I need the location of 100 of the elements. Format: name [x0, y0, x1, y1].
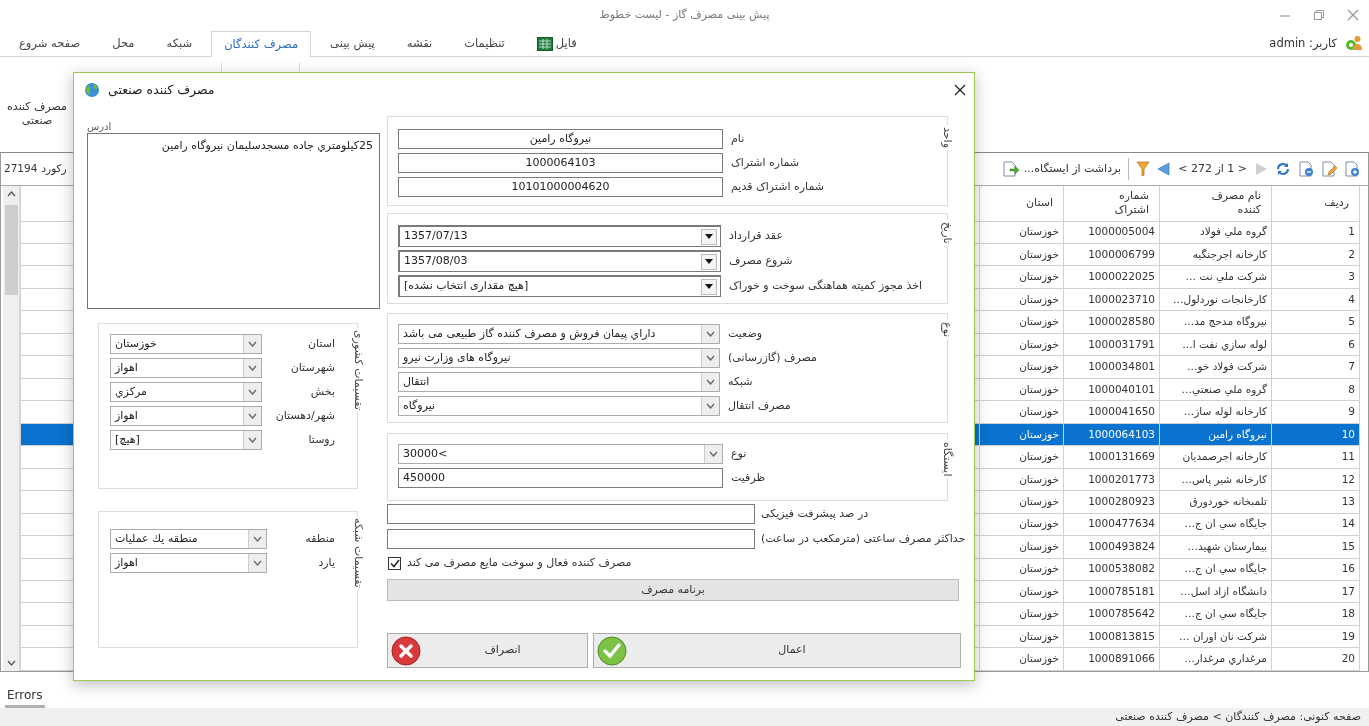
table-cell: 1000538082 [1063, 558, 1160, 581]
field-label: نام [730, 130, 745, 147]
dropdown[interactable]: انتقال [398, 372, 720, 392]
table-cell: خوزستان [979, 265, 1064, 289]
dropdown[interactable]: 30000< [398, 444, 723, 464]
table-cell: خوزستان [979, 535, 1064, 559]
table-cell: 1000034801 [1063, 355, 1160, 379]
field-label: نوع [730, 445, 747, 462]
table-cell: خوزستان [979, 580, 1064, 603]
table-cell: 2 [1271, 243, 1360, 266]
field-label: شروع مصرف [728, 252, 793, 269]
table-cell: مرغداري مرغدار… [1159, 647, 1272, 671]
table-cell: جايگاه سي ان ج… [1159, 602, 1272, 626]
table-cell: شركت نان اوران … [1159, 625, 1272, 648]
dialog-title: مصرف کننده صنعتی [108, 80, 215, 99]
dropdown[interactable]: اهواز [110, 553, 267, 573]
dropdown[interactable]: نیروگاه [398, 396, 720, 416]
dropdown[interactable]: مرکزي [110, 382, 262, 402]
address-field[interactable]: 25کيلومتري جاده مسجدسليمان نيروگاه رامين [87, 133, 380, 309]
ribbon-tab[interactable]: پیش بینی [317, 31, 388, 56]
table-cell: 1000041650 [1063, 400, 1160, 424]
table-cell: گروه ملي صنعتي… [1159, 378, 1272, 401]
table-cell: 1000023710 [1063, 288, 1160, 311]
table-cell: 15 [1271, 535, 1360, 559]
table-cell: 5 [1271, 310, 1360, 334]
user-label: کاربر: admin [1269, 34, 1337, 52]
pager-text: < 1 از 272 > [1178, 160, 1247, 177]
record-label: رکورد [41, 161, 67, 177]
field-label: استان [306, 335, 336, 352]
ribbon-tab[interactable]: محل [99, 31, 148, 56]
field-label: شماره اشتراک [730, 154, 800, 171]
table-cell: خوزستان [979, 602, 1064, 626]
checkbox-label: مصرف کننده فعال و سوخت مایع مصرف می کند [407, 554, 632, 571]
ribbon-tab[interactable]: صفحه شروع [6, 31, 94, 56]
dropdown[interactable]: خوزستان [110, 334, 262, 354]
field-label: مصرف (گازرسانی) [727, 349, 817, 366]
field-label: وضعیت [727, 325, 763, 342]
dropdown[interactable]: داراي پیمان فروش و مصرف کننده گاز طبیعی می باشد [398, 324, 720, 344]
table-cell: خوزستان [979, 310, 1064, 334]
ribbon-tab[interactable]: تنظیمات [451, 31, 518, 56]
input-field[interactable]: 10101000004620 [398, 177, 723, 197]
table-cell: 1000785642 [1063, 602, 1160, 626]
input-field[interactable]: نیروگاه رامین [398, 129, 723, 149]
table-cell: 6 [1271, 333, 1360, 356]
table-cell: 14 [1271, 513, 1360, 536]
dropdown[interactable]: منطقه يك عمليات [110, 529, 267, 549]
group-caption: واحد [938, 125, 955, 150]
toolbar-link[interactable]: برداشت از ایستگاه... [1023, 160, 1122, 178]
table-cell: خوزستان [979, 445, 1064, 469]
table-cell: 1000064103 [1063, 423, 1160, 446]
table-cell: خوزستان [979, 288, 1064, 311]
field-label: شماره اشتراک قدیم [730, 178, 824, 195]
field-label: در صد پیشرفت فیزیکی [760, 505, 869, 522]
table-cell: خوزستان [979, 423, 1064, 446]
field-label: منطقه [304, 530, 336, 547]
date-picker[interactable]: [هیچ مقداری انتخاب نشده] [398, 275, 721, 297]
field-label: شهرستان [289, 359, 336, 376]
table-cell: خوزستان [979, 400, 1064, 424]
column-header: نام مصرف کننده [1159, 186, 1272, 221]
field-label: شبکه [727, 373, 753, 390]
table-cell: 11 [1271, 445, 1360, 469]
table-cell: كارخانه اجرجنگيه [1159, 243, 1272, 266]
dropdown[interactable]: نیروگاه های وزارت نیرو [398, 348, 720, 368]
ribbon-tab[interactable]: شبکه [153, 31, 206, 56]
table-cell: 1000493824 [1063, 535, 1160, 559]
table-cell: 12 [1271, 468, 1360, 491]
table-cell: خوزستان [979, 243, 1064, 266]
table-cell: خوزستان [979, 625, 1064, 648]
table-cell: 13 [1271, 490, 1360, 514]
table-cell: 1000280923 [1063, 490, 1160, 514]
cancel-button[interactable]: انصراف [387, 633, 588, 668]
dropdown[interactable]: اهواز [110, 358, 262, 378]
column-header: شماره اشتراک [1063, 186, 1160, 221]
apply-button[interactable]: اعمال [593, 633, 961, 668]
input-field[interactable]: 1000064103 [398, 153, 723, 173]
table-cell: 1000131669 [1063, 445, 1160, 469]
table-cell: خوزستان [979, 513, 1064, 536]
field-label: بخش [309, 383, 336, 400]
table-cell: 1000031791 [1063, 333, 1160, 356]
table-cell: 1000005004 [1063, 221, 1160, 244]
table-cell: 1000891066 [1063, 647, 1160, 671]
schedule-button[interactable]: برنامه مصرف [387, 579, 959, 601]
status-text: صفحه کنونی: مصرف کنندگان > مصرف کننده صنعتی [1115, 710, 1361, 723]
ribbon-button[interactable]: مصرف کننده صنعتی [6, 100, 68, 128]
dropdown[interactable]: اهواز [110, 406, 262, 426]
table-cell: 1000040101 [1063, 378, 1160, 401]
dropdown[interactable]: [هیچ] [110, 430, 262, 450]
ribbon-tab[interactable]: فایل [523, 31, 590, 56]
field-label: روستا [307, 431, 336, 448]
ribbon-tab[interactable]: نقشه [393, 31, 446, 56]
table-cell: 9 [1271, 400, 1360, 424]
date-picker[interactable]: 1357/08/03 [398, 250, 721, 272]
group-caption: تقسیمات کشوری [349, 328, 366, 412]
table-cell: خوزستان [979, 378, 1064, 401]
table-cell: 1000022025 [1063, 265, 1160, 289]
table-cell: 1000201773 [1063, 468, 1160, 491]
input-field[interactable]: 450000 [398, 468, 723, 488]
date-picker[interactable]: 1357/07/13 [398, 225, 721, 247]
table-cell: خوزستان [979, 490, 1064, 514]
ribbon-tab[interactable]: مصرف کنندگان [211, 31, 312, 57]
